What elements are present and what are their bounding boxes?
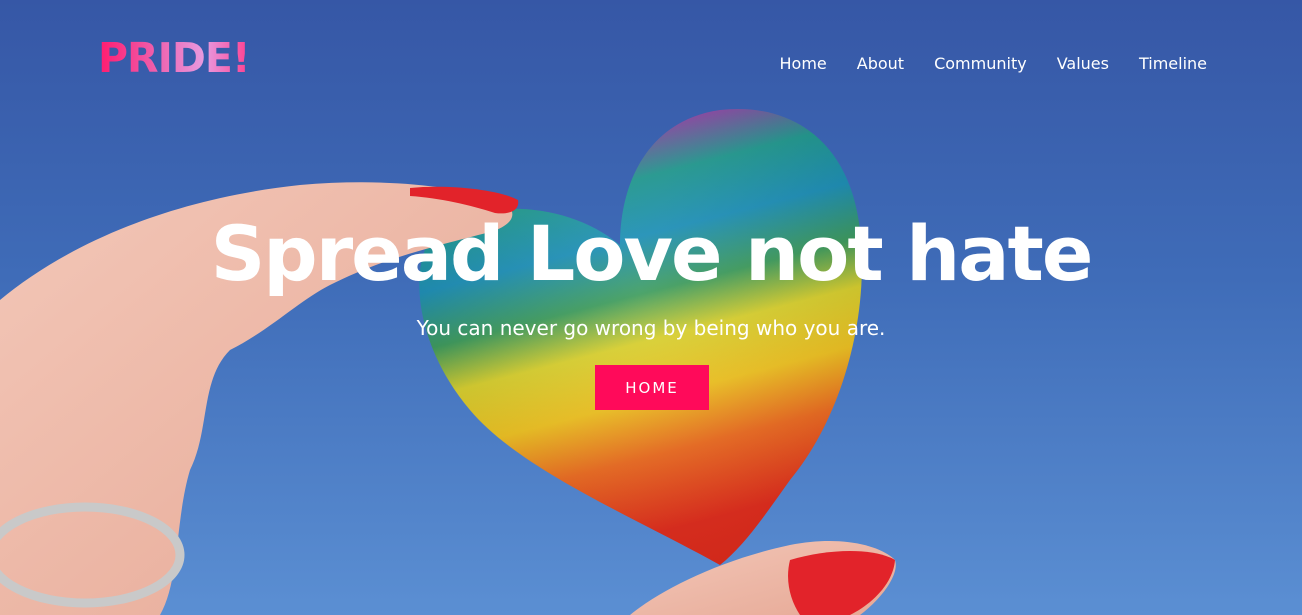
hero-subline: You can never go wrong by being who you … <box>416 316 886 340</box>
hero-section: PRIDE! Home About Community Values Timel… <box>0 0 1302 615</box>
main-nav: Home About Community Values Timeline <box>780 54 1207 73</box>
nav-item-values[interactable]: Values <box>1057 54 1109 73</box>
hero-headline: Spread Love not hate <box>210 209 1094 298</box>
nav-item-community[interactable]: Community <box>934 54 1027 73</box>
brand-logo[interactable]: PRIDE! <box>98 38 251 79</box>
thumb <box>630 540 896 615</box>
nav-item-timeline[interactable]: Timeline <box>1139 54 1207 73</box>
hero-background-image <box>0 108 896 615</box>
nav-item-about[interactable]: About <box>857 54 904 73</box>
home-cta-button[interactable]: HOME <box>595 365 709 410</box>
nav-item-home[interactable]: Home <box>780 54 827 73</box>
